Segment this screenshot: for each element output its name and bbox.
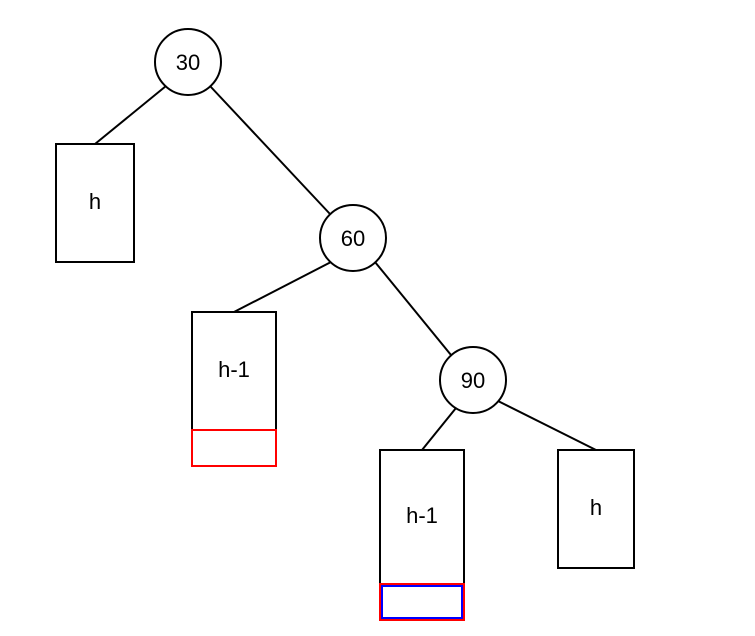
red-rect-mid-left (192, 430, 276, 466)
edge-mid-left (234, 262, 331, 312)
edge-right-right (498, 401, 596, 450)
node-label-root: 30 (176, 50, 200, 75)
edge-right-left (422, 408, 456, 450)
subtree-label-mid-left: h-1 (218, 357, 250, 382)
edge-root-right (210, 86, 330, 214)
subtree-label-left: h (89, 189, 101, 214)
edge-mid-right (375, 262, 451, 355)
red-rect-right-left (380, 584, 464, 620)
subtree-label-right-left: h-1 (406, 503, 438, 528)
node-label-right: 90 (461, 368, 485, 393)
edge-root-left (95, 86, 166, 144)
node-label-mid: 60 (341, 226, 365, 251)
subtree-label-right-right: h (590, 495, 602, 520)
